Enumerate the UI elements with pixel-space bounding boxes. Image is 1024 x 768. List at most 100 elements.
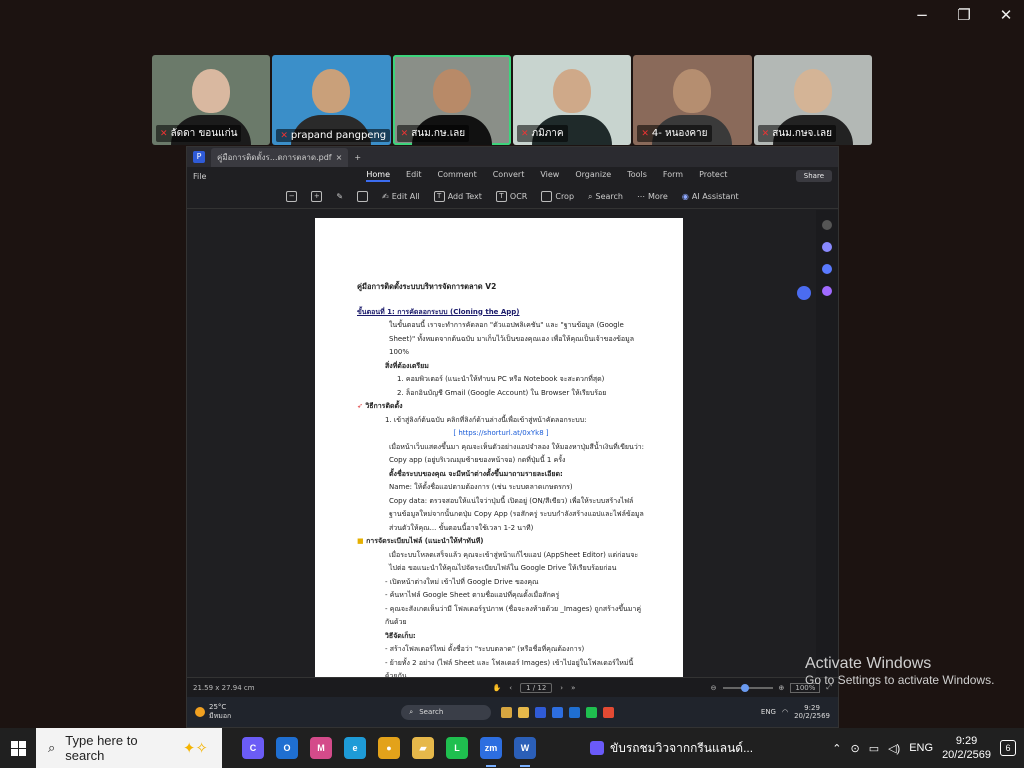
file-menu[interactable]: File (193, 172, 206, 181)
panel-icon[interactable] (822, 220, 832, 230)
participant-name: prapand pangpeng (290, 130, 387, 141)
chat-icon[interactable] (822, 242, 832, 252)
ribbon-tab[interactable]: Tools (627, 170, 647, 182)
pdf-canvas[interactable]: คู่มือการติดตั้งระบบบริหารจัดการตลาด V2 … (187, 210, 817, 679)
shared-search-box[interactable]: ⌕ Search (401, 704, 492, 720)
ribbon-tab[interactable]: Form (663, 170, 683, 182)
participant-name: 4- หนองคาย (651, 128, 708, 139)
wifi-icon[interactable]: ◠ (782, 708, 788, 716)
hand-tool-icon[interactable]: ✋ (493, 684, 502, 692)
edge-icon[interactable]: e (344, 737, 366, 759)
minimize-button[interactable]: − (912, 6, 932, 24)
new-tab-button[interactable]: + (354, 153, 361, 162)
participant-face (793, 69, 832, 113)
meet-icon[interactable]: ⊙ (850, 742, 859, 755)
restore-button[interactable]: ❐ (954, 6, 974, 24)
sparkle-icon[interactable]: ✦✧ (183, 739, 208, 757)
muted-mic-icon: ✕ (761, 128, 770, 139)
shared-system-tray: ENG ◠ 9:29 20/2/2569 (761, 704, 830, 720)
assistant-icon[interactable] (822, 286, 832, 296)
taskbar-search[interactable]: ⌕ Type here to search ✦✧ (36, 728, 222, 768)
prev-page-icon[interactable]: ‹ (509, 684, 512, 692)
app-icon[interactable] (552, 706, 564, 718)
zoom-slider[interactable] (722, 683, 773, 692)
app-icon[interactable] (586, 706, 598, 718)
share-button[interactable]: Share (795, 170, 832, 182)
news-notification[interactable]: ขับรถชมวิวจากกรีนแลนด์... (590, 739, 753, 758)
participant-tile[interactable]: ✕ สนม.กษจ.เลย (753, 55, 872, 145)
participant-tile[interactable]: ✕ 4- หนองคาย (633, 55, 752, 145)
m365-icon[interactable]: M (310, 737, 332, 759)
ribbon-tab[interactable]: View (540, 170, 559, 182)
zoom-out-button[interactable]: − (286, 191, 298, 202)
close-button[interactable]: ✕ (996, 6, 1016, 24)
volume-icon[interactable]: ◁) (888, 742, 900, 755)
copilot-icon[interactable]: C (242, 737, 264, 759)
muted-mic-icon: ✕ (280, 130, 288, 141)
manage-item-1: - สร้างโฟลเดอร์ใหม่ ตั้งชื่อว่า "ระบบตลา… (385, 645, 585, 653)
app-icon[interactable] (603, 706, 615, 718)
add-text-button[interactable]: T Add Text (433, 191, 482, 202)
app-icon[interactable] (569, 706, 581, 718)
participant-tile[interactable]: ✕ สนม.กษ.เลย (392, 55, 511, 145)
network-icon[interactable]: ▭ (869, 742, 879, 755)
desktop: − ❐ ✕ ✕ ลัดดา ขอนแก่น ✕ prapand pangpeng ✕ สน… (0, 0, 1024, 768)
window-controls: − ❐ ✕ (912, 6, 1016, 24)
ai-assistant-button[interactable]: ◉ AI Assistant (682, 192, 739, 201)
app-icon[interactable] (535, 706, 547, 718)
ribbon-tab[interactable]: Edit (406, 170, 422, 182)
app-icon[interactable] (518, 706, 530, 718)
translate-icon[interactable] (822, 264, 832, 274)
manage-item-2: - ย้ายทั้ง 2 อย่าง (ไฟล์ Sheet และ โฟลเด… (385, 658, 634, 680)
zoom-in-small-icon[interactable]: ⊕ (779, 684, 785, 692)
next-page-icon[interactable]: › (560, 684, 563, 692)
folder-icon: ■ (357, 537, 367, 545)
source-link[interactable]: [ https://shorturl.at/0xYk8 ] (357, 427, 645, 441)
clock[interactable]: 9:29 20/2/2569 (942, 734, 991, 762)
ribbon-tab[interactable]: Protect (699, 170, 727, 182)
start-button[interactable] (0, 728, 36, 768)
zoom-slider-thumb[interactable] (740, 683, 749, 692)
participant-tile[interactable]: ✕ ภมิภาค (512, 55, 632, 145)
highlight-button[interactable]: ✎ (336, 192, 343, 201)
input-language[interactable]: ENG (909, 742, 933, 754)
chrome-icon[interactable]: ● (378, 737, 400, 759)
shape-button[interactable] (357, 191, 369, 202)
shared-clock[interactable]: 9:29 20/2/2569 (794, 704, 830, 720)
more-button[interactable]: ⋯ More (637, 192, 668, 201)
notification-center-icon[interactable]: 6 (1000, 740, 1016, 756)
pdf-reader-window: P คู่มือการติดตั้งร...ดการตลาด.pdf × + F… (186, 146, 839, 728)
ocr-icon: T (495, 191, 507, 202)
chevron-up-icon[interactable]: ⌃ (832, 742, 841, 755)
files-item-1: - เปิดหน้าต่างใหม่ เข้าไปที่ Google Driv… (385, 577, 539, 586)
page-number-field[interactable]: 1 / 12 (520, 682, 553, 693)
zoom-icon[interactable]: zm (480, 737, 502, 767)
more-icon: ⋯ (637, 192, 645, 201)
crop-button[interactable]: Crop (541, 191, 574, 202)
file-explorer-icon[interactable]: ▰ (412, 737, 434, 759)
participant-tile[interactable]: ✕ ลัดดา ขอนแก่น (152, 55, 271, 145)
line-icon[interactable]: L (446, 737, 468, 759)
ribbon-tab[interactable]: Home (366, 170, 391, 182)
floating-assistant-icon[interactable] (797, 286, 811, 300)
pdf-document-tab[interactable]: คู่มือการติดตั้งร...ดการตลาด.pdf × (211, 147, 349, 167)
weather-widget[interactable]: 25°C มีหมอก (195, 703, 231, 722)
ribbon-tab[interactable]: Organize (575, 170, 611, 182)
shared-lang[interactable]: ENG (761, 708, 776, 716)
last-page-icon[interactable]: » (571, 684, 575, 692)
edit-all-button[interactable]: ✍ Edit All (382, 192, 420, 201)
word-icon[interactable]: W (514, 737, 536, 767)
zoom-out-small-icon[interactable]: ⊖ (711, 684, 717, 692)
app-icon[interactable] (501, 706, 513, 718)
zoom-in-button[interactable]: + (311, 191, 323, 202)
ribbon-tab[interactable]: Convert (493, 170, 525, 182)
prep-heading: สิ่งที่ต้องเตรียม (385, 361, 429, 370)
ribbon-tab[interactable]: Comment (438, 170, 477, 182)
participant-tile[interactable]: ✕ prapand pangpeng (272, 55, 391, 145)
outlook-icon[interactable]: O (276, 737, 298, 759)
page-size: 21.59 x 27.94 cm (193, 683, 255, 692)
close-tab-icon[interactable]: × (336, 153, 343, 162)
search-button[interactable]: ⌕ Search (588, 192, 623, 202)
more-label: More (648, 192, 668, 201)
ocr-button[interactable]: T OCR (495, 191, 527, 202)
